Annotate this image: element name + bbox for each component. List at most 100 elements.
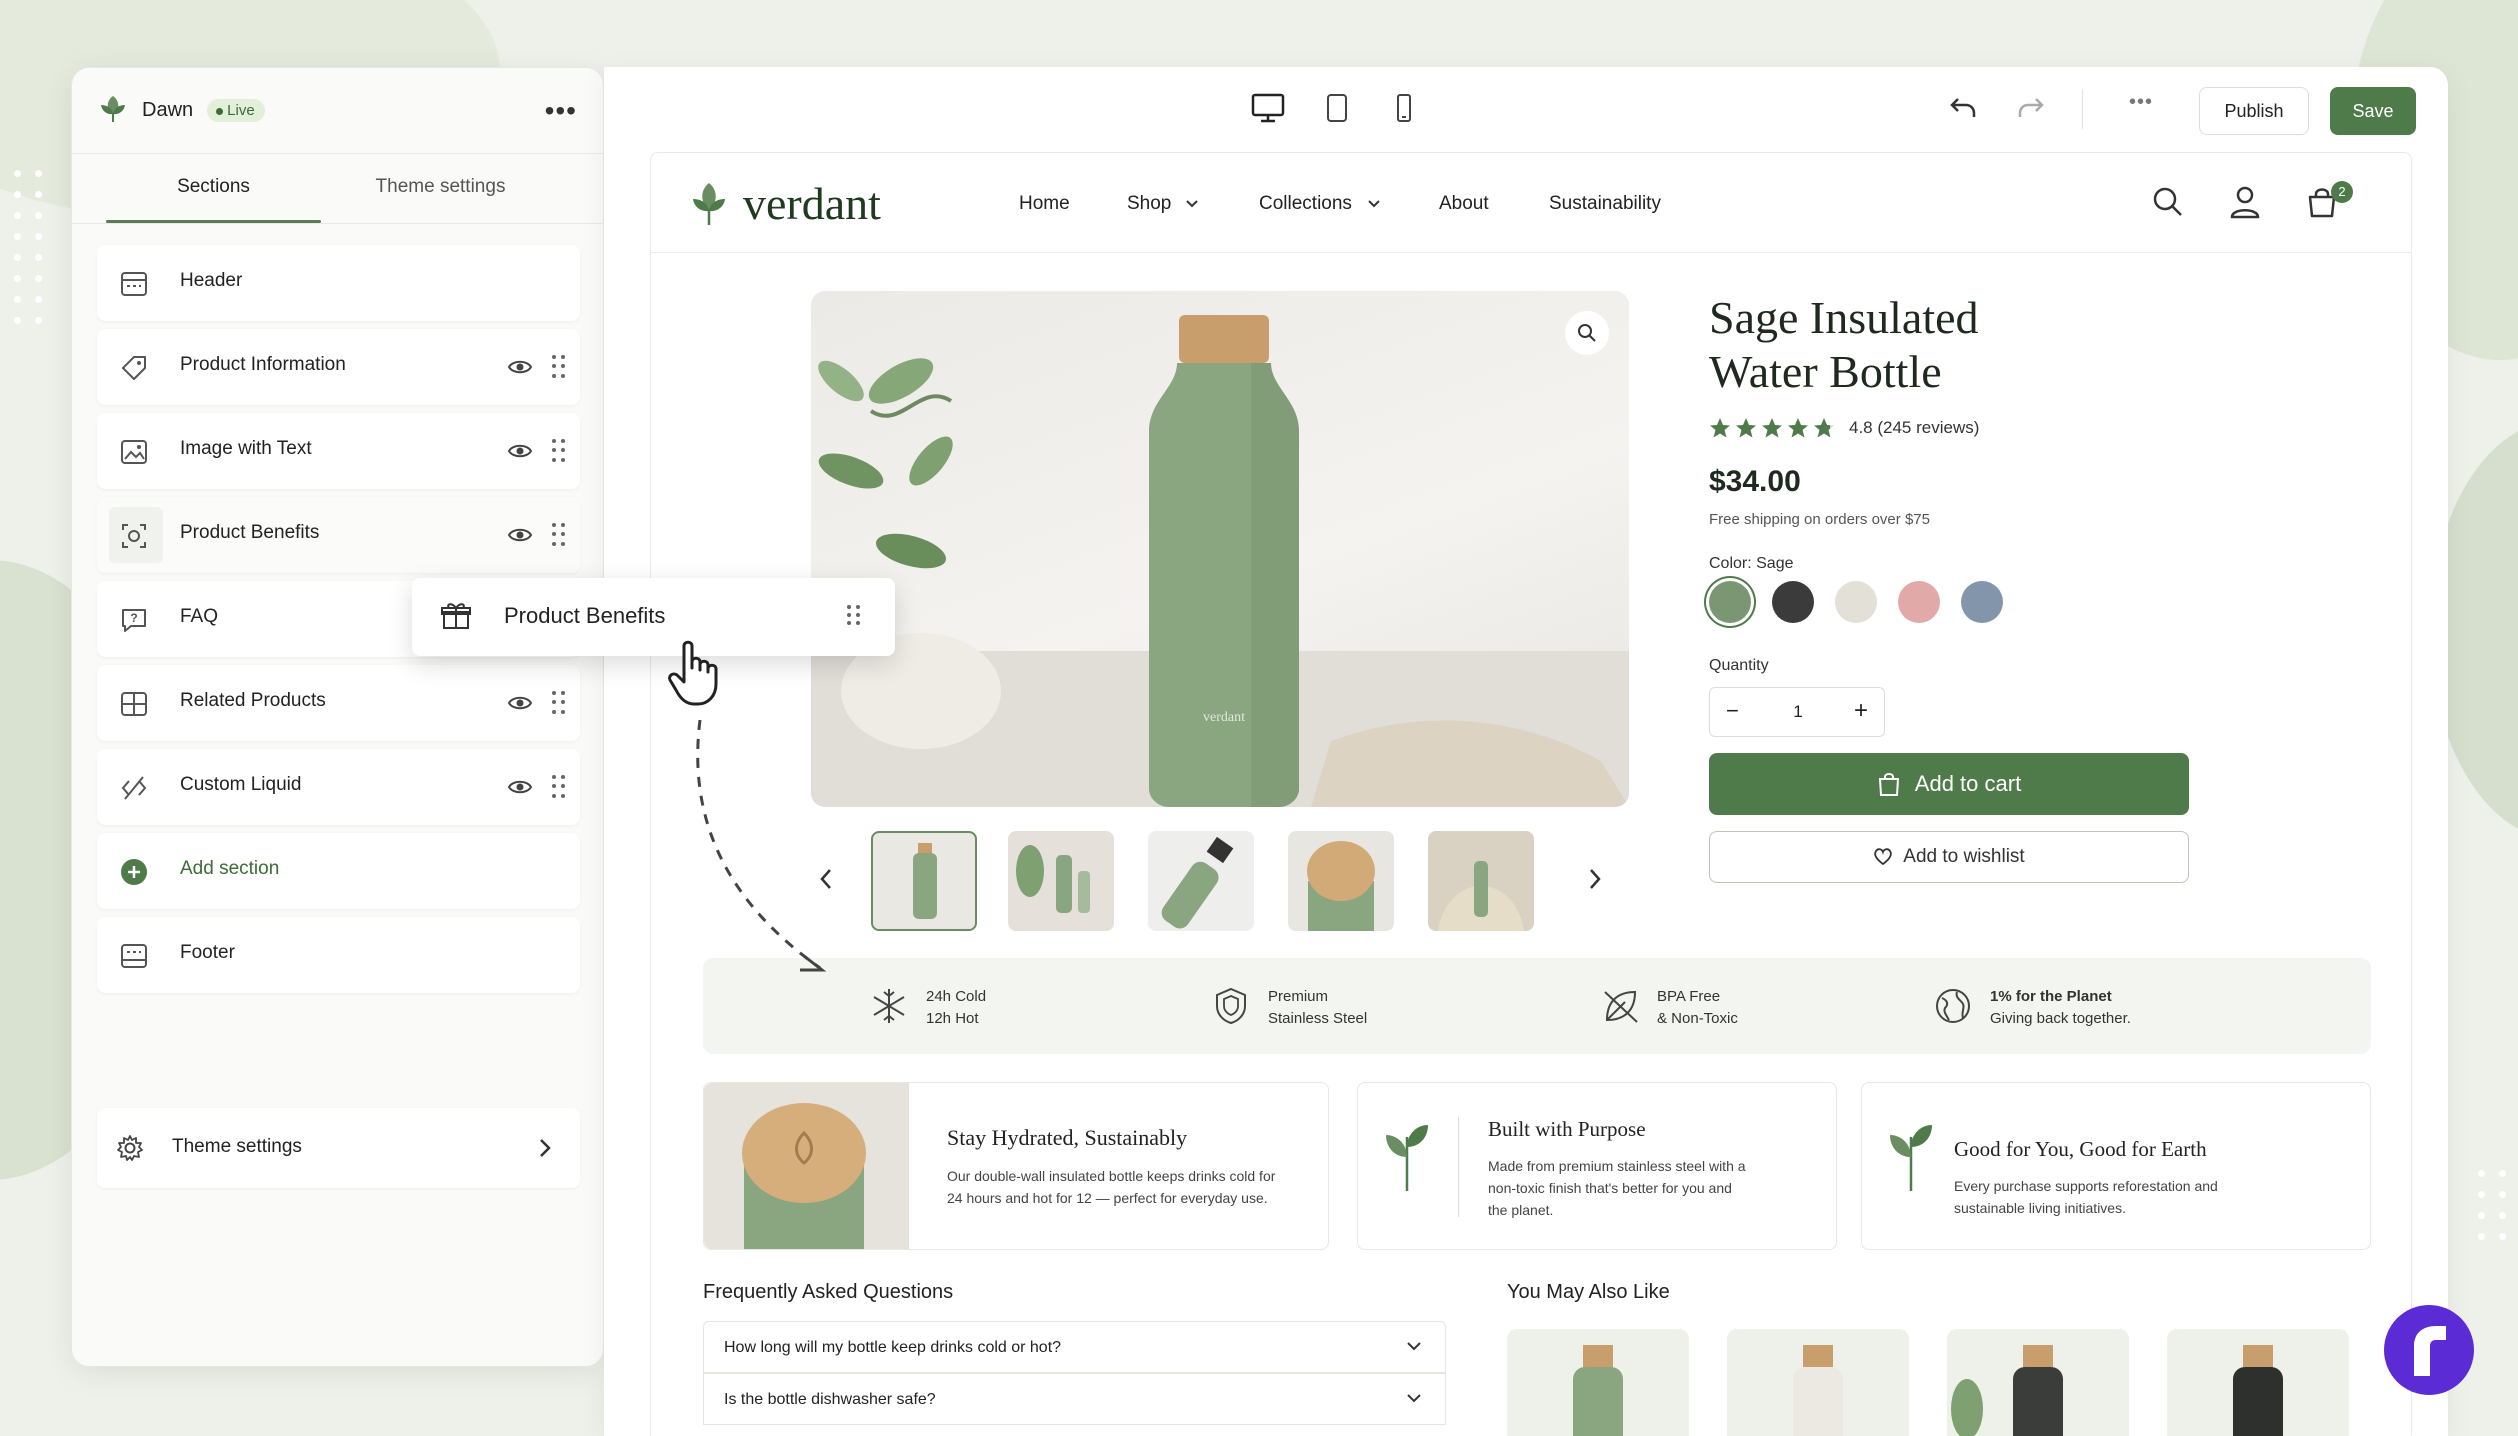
section-row-footer[interactable]: Footer — [97, 917, 580, 993]
color-swatch[interactable] — [1709, 581, 1751, 623]
feature-text: 24h Cold 12h Hot — [926, 986, 986, 1030]
chevron-down-icon — [1407, 1342, 1421, 1351]
r-logo-icon — [2414, 1326, 2446, 1376]
account-icon[interactable] — [2229, 184, 2261, 220]
dragged-section-card[interactable]: Product Benefits — [412, 578, 895, 656]
drag-handle-icon[interactable] — [552, 355, 566, 379]
rating-text[interactable]: 4.8 (245 reviews) — [1849, 418, 1979, 438]
drag-handle-icon[interactable] — [847, 605, 861, 625]
section-row-image-with-text[interactable]: Image with Text — [97, 413, 580, 489]
cart-count-badge: 2 — [2331, 181, 2353, 203]
thumbnail-4[interactable] — [1288, 831, 1394, 931]
product-title-line-2: Water Bottle — [1709, 346, 1942, 397]
eye-icon[interactable] — [507, 440, 533, 462]
add-to-cart-button[interactable]: Add to cart — [1709, 753, 2189, 815]
increment-button[interactable]: + — [1854, 697, 1868, 725]
more-options-icon[interactable]: ••• — [545, 95, 577, 127]
shield-icon — [1216, 987, 1246, 1025]
faq-item[interactable]: How long will my bottle keep drinks cold… — [703, 1321, 1446, 1373]
section-label: Header — [180, 270, 243, 291]
thumbnail-5[interactable] — [1428, 831, 1534, 931]
mobile-view-icon[interactable] — [1393, 93, 1415, 123]
section-row-product-information[interactable]: Product Information — [97, 329, 580, 405]
eye-icon[interactable] — [507, 776, 533, 798]
desktop-view-icon[interactable] — [1251, 92, 1285, 124]
nav-sustainability[interactable]: Sustainability — [1549, 193, 1661, 215]
tab-theme-settings[interactable]: Theme settings — [333, 176, 548, 198]
redo-icon[interactable] — [2016, 95, 2046, 121]
related-product-1[interactable] — [1507, 1329, 1689, 1436]
snowflake-icon — [873, 989, 905, 1023]
section-row-header[interactable]: Header — [97, 245, 580, 321]
code-icon — [121, 776, 147, 800]
section-label: Related Products — [180, 690, 326, 711]
dragged-section-label: Product Benefits — [504, 603, 666, 628]
faq-item[interactable]: Is the bottle dishwasher safe? — [703, 1373, 1446, 1425]
add-to-wishlist-button[interactable]: Add to wishlist — [1709, 831, 2189, 883]
brand-name[interactable]: verdant — [743, 177, 881, 230]
heart-icon — [1874, 848, 1893, 866]
nav-shop[interactable]: Shop — [1127, 193, 1171, 215]
editor-tabs: Sections Theme settings — [72, 154, 603, 224]
tablet-view-icon[interactable] — [1324, 93, 1350, 123]
nav-about[interactable]: About — [1439, 193, 1489, 215]
search-icon[interactable] — [2151, 185, 2185, 219]
product-main-image[interactable]: verdant — [811, 291, 1629, 807]
related-product-4[interactable] — [2167, 1329, 2349, 1436]
drag-handle-icon[interactable] — [552, 439, 566, 463]
related-product-2[interactable] — [1727, 1329, 1909, 1436]
more-options-icon[interactable]: ••• — [2129, 91, 2153, 114]
theme-settings-row[interactable]: Theme settings — [97, 1108, 580, 1188]
save-button[interactable]: Save — [2330, 87, 2416, 135]
star-icon — [1710, 418, 1730, 438]
thumb-image — [1307, 841, 1375, 931]
section-row-related-products[interactable]: Related Products — [97, 665, 580, 741]
sprout-icon — [1386, 1125, 1428, 1191]
undo-icon[interactable] — [1948, 95, 1978, 121]
related-product-3[interactable] — [1947, 1329, 2129, 1436]
color-swatch[interactable] — [1772, 581, 1814, 623]
thumbnail-3[interactable] — [1148, 831, 1254, 931]
tag-icon — [122, 356, 146, 380]
footer-layout-icon — [121, 944, 147, 968]
section-label: FAQ — [180, 606, 219, 627]
quantity-label: Quantity — [1709, 657, 1769, 674]
card-title: Stay Hydrated, Sustainably — [947, 1125, 1188, 1150]
good-for-earth-card: Good for You, Good for Earth Every purch… — [1861, 1082, 2371, 1250]
globe-icon — [1936, 989, 1970, 1023]
product-thumb — [2233, 1345, 2283, 1436]
thumb-image — [913, 843, 937, 919]
card-body-line: Our double-wall insulated bottle keeps d… — [947, 1168, 1276, 1184]
eye-icon[interactable] — [507, 692, 533, 714]
store-preview: verdant Home Shop Collections About Sust… — [650, 152, 2412, 1436]
section-label: Product Information — [180, 354, 346, 375]
image-with-text-card: Stay Hydrated, Sustainably Our double-wa… — [703, 1082, 1329, 1250]
nav-collections[interactable]: Collections — [1259, 193, 1352, 215]
publish-button[interactable]: Publish — [2199, 87, 2309, 135]
section-row-custom-liquid[interactable]: Custom Liquid — [97, 749, 580, 825]
eye-icon[interactable] — [507, 524, 533, 546]
feature-text: 1% for the Planet Giving back together. — [1990, 986, 2131, 1030]
zoom-button[interactable] — [1565, 311, 1609, 355]
eye-icon[interactable] — [507, 356, 533, 378]
chevron-right-icon[interactable] — [1587, 866, 1603, 892]
drag-handle-icon[interactable] — [552, 523, 566, 547]
nav-home[interactable]: Home — [1019, 193, 1070, 215]
card-body: Our double-wall insulated bottle keeps d… — [947, 1165, 1275, 1209]
feature-text: Premium Stainless Steel — [1268, 986, 1367, 1030]
gear-icon — [117, 1135, 143, 1161]
section-row-product-benefits[interactable]: Product Benefits — [97, 497, 580, 573]
star-icon — [1736, 418, 1756, 438]
thumbnail-2[interactable] — [1008, 831, 1114, 931]
drag-handle-icon[interactable] — [552, 691, 566, 715]
add-section-button[interactable]: Add section — [97, 833, 580, 909]
color-swatch[interactable] — [1835, 581, 1877, 623]
shopping-bag-icon — [1878, 773, 1899, 796]
color-swatch[interactable] — [1898, 581, 1940, 623]
tab-sections[interactable]: Sections — [106, 176, 321, 198]
faq-title: Frequently Asked Questions — [703, 1281, 954, 1303]
drag-handle-icon[interactable] — [552, 775, 566, 799]
thumbnail-1[interactable] — [871, 831, 977, 931]
assistant-launcher-button[interactable] — [2384, 1305, 2474, 1395]
color-swatch[interactable] — [1961, 581, 2003, 623]
